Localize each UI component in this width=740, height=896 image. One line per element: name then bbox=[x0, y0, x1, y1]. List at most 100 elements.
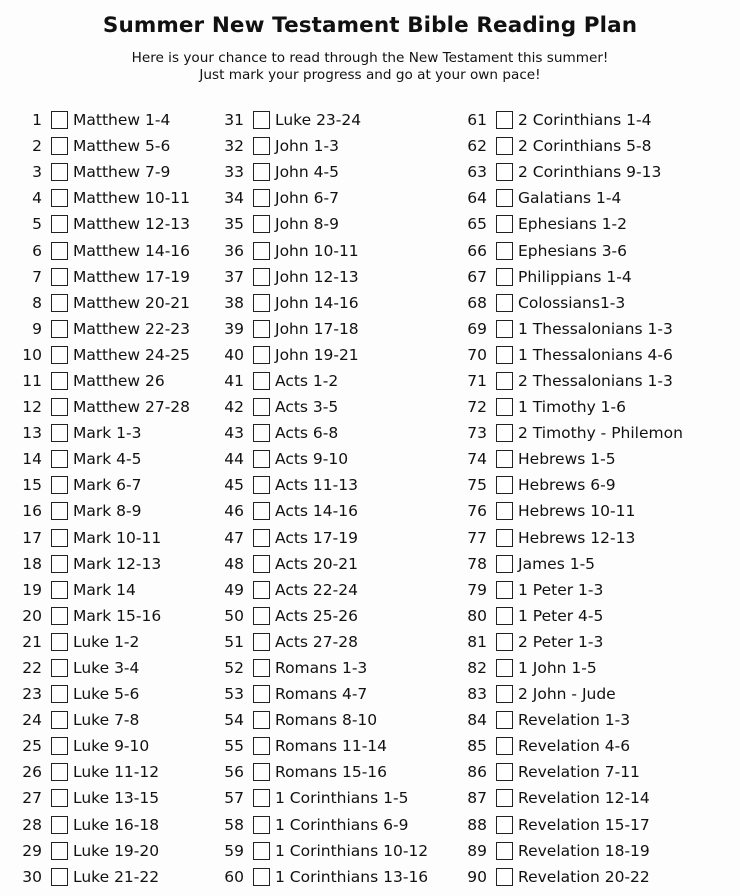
reading-checkbox[interactable] bbox=[51, 241, 68, 260]
reading-checkbox[interactable] bbox=[253, 711, 270, 730]
reading-checkbox[interactable] bbox=[253, 763, 270, 782]
reading-checkbox[interactable] bbox=[253, 319, 270, 338]
reading-checkbox[interactable] bbox=[51, 685, 68, 704]
reading-checkbox[interactable] bbox=[496, 293, 513, 312]
reading-checkbox[interactable] bbox=[51, 398, 68, 417]
reading-checkbox[interactable] bbox=[496, 685, 513, 704]
reading-label: Matthew 24-25 bbox=[73, 345, 191, 364]
reading-checkbox[interactable] bbox=[51, 476, 68, 495]
reading-checkbox[interactable] bbox=[496, 267, 513, 286]
reading-checkbox[interactable] bbox=[253, 476, 270, 495]
reading-checkbox[interactable] bbox=[51, 789, 68, 808]
reading-checkbox[interactable] bbox=[496, 659, 513, 678]
reading-checkbox[interactable] bbox=[253, 580, 270, 599]
reading-checkbox[interactable] bbox=[496, 528, 513, 547]
reading-checkbox[interactable] bbox=[496, 345, 513, 364]
reading-checkbox[interactable] bbox=[51, 450, 68, 469]
reading-checkbox[interactable] bbox=[253, 450, 270, 469]
reading-checkbox[interactable] bbox=[51, 606, 68, 625]
reading-checkbox[interactable] bbox=[253, 215, 270, 234]
reading-checkbox[interactable] bbox=[253, 293, 270, 312]
reading-label: Romans 11-14 bbox=[275, 737, 388, 756]
reading-checkbox[interactable] bbox=[496, 398, 513, 417]
reading-checkbox[interactable] bbox=[51, 137, 68, 156]
reading-checkbox[interactable] bbox=[253, 345, 270, 364]
reading-checkbox[interactable] bbox=[496, 111, 513, 130]
reading-checkbox[interactable] bbox=[51, 502, 68, 521]
reading-checkbox[interactable] bbox=[253, 632, 270, 651]
reading-checkbox[interactable] bbox=[253, 789, 270, 808]
reading-checkbox[interactable] bbox=[253, 267, 270, 286]
reading-checkbox[interactable] bbox=[51, 711, 68, 730]
reading-checkbox[interactable] bbox=[253, 241, 270, 260]
reading-checkbox[interactable] bbox=[496, 163, 513, 182]
reading-checkbox[interactable] bbox=[253, 163, 270, 182]
reading-checkbox[interactable] bbox=[253, 867, 270, 886]
reading-checkbox[interactable] bbox=[496, 815, 513, 834]
reading-checkbox[interactable] bbox=[253, 528, 270, 547]
reading-checkbox[interactable] bbox=[51, 867, 68, 886]
reading-checkbox[interactable] bbox=[496, 711, 513, 730]
reading-checkbox[interactable] bbox=[51, 319, 68, 338]
reading-checkbox[interactable] bbox=[51, 632, 68, 651]
reading-checkbox[interactable] bbox=[51, 424, 68, 443]
reading-checkbox[interactable] bbox=[496, 632, 513, 651]
reading-number: 72 bbox=[467, 398, 487, 417]
reading-checkbox[interactable] bbox=[253, 554, 270, 573]
reading-checkbox[interactable] bbox=[51, 554, 68, 573]
reading-checkbox[interactable] bbox=[496, 580, 513, 599]
reading-checkbox[interactable] bbox=[496, 371, 513, 390]
reading-column-3: 61 2 Corinthians 1-4 62 2 Corinthians 5-8 63… bbox=[455, 107, 683, 890]
reading-checkbox[interactable] bbox=[51, 371, 68, 390]
reading-checkbox[interactable] bbox=[496, 319, 513, 338]
reading-checkbox[interactable] bbox=[496, 241, 513, 260]
reading-checkbox[interactable] bbox=[496, 502, 513, 521]
reading-checkbox[interactable] bbox=[51, 815, 68, 834]
reading-label: Colossians1-3 bbox=[518, 293, 626, 312]
reading-checkbox[interactable] bbox=[496, 737, 513, 756]
reading-checkbox[interactable] bbox=[51, 841, 68, 860]
reading-checkbox[interactable] bbox=[496, 189, 513, 208]
reading-checkbox[interactable] bbox=[253, 737, 270, 756]
reading-checkbox[interactable] bbox=[496, 554, 513, 573]
reading-checkbox[interactable] bbox=[51, 737, 68, 756]
reading-checkbox[interactable] bbox=[496, 789, 513, 808]
reading-checkbox[interactable] bbox=[51, 189, 68, 208]
reading-checkbox[interactable] bbox=[253, 398, 270, 417]
reading-checkbox[interactable] bbox=[496, 215, 513, 234]
reading-checkbox[interactable] bbox=[51, 763, 68, 782]
reading-checkbox[interactable] bbox=[253, 606, 270, 625]
reading-checkbox[interactable] bbox=[253, 659, 270, 678]
reading-checkbox[interactable] bbox=[496, 606, 513, 625]
reading-checkbox[interactable] bbox=[51, 215, 68, 234]
reading-checkbox[interactable] bbox=[496, 867, 513, 886]
reading-checkbox[interactable] bbox=[253, 502, 270, 521]
reading-number: 25 bbox=[22, 737, 42, 756]
reading-checkbox[interactable] bbox=[51, 659, 68, 678]
reading-checkbox[interactable] bbox=[253, 815, 270, 834]
reading-checkbox[interactable] bbox=[496, 137, 513, 156]
reading-checkbox[interactable] bbox=[496, 763, 513, 782]
reading-checkbox[interactable] bbox=[253, 841, 270, 860]
reading-checkbox[interactable] bbox=[51, 111, 68, 130]
reading-checkbox[interactable] bbox=[51, 528, 68, 547]
reading-checkbox[interactable] bbox=[496, 450, 513, 469]
reading-checkbox[interactable] bbox=[253, 111, 270, 130]
reading-checkbox[interactable] bbox=[253, 189, 270, 208]
reading-checkbox[interactable] bbox=[496, 841, 513, 860]
reading-checkbox[interactable] bbox=[496, 424, 513, 443]
reading-checkbox[interactable] bbox=[253, 371, 270, 390]
reading-item: 39 John 17-18 bbox=[212, 316, 428, 342]
reading-checkbox[interactable] bbox=[253, 424, 270, 443]
reading-checkbox[interactable] bbox=[496, 476, 513, 495]
reading-checkbox[interactable] bbox=[253, 137, 270, 156]
reading-label: 1 Peter 4-5 bbox=[518, 606, 604, 625]
reading-checkbox[interactable] bbox=[51, 267, 68, 286]
reading-checkbox[interactable] bbox=[51, 580, 68, 599]
reading-checkbox[interactable] bbox=[51, 345, 68, 364]
reading-checkbox[interactable] bbox=[51, 163, 68, 182]
reading-checkbox[interactable] bbox=[253, 685, 270, 704]
reading-label: Romans 4-7 bbox=[275, 685, 368, 704]
reading-item: 13 Mark 1-3 bbox=[10, 420, 190, 446]
reading-checkbox[interactable] bbox=[51, 293, 68, 312]
